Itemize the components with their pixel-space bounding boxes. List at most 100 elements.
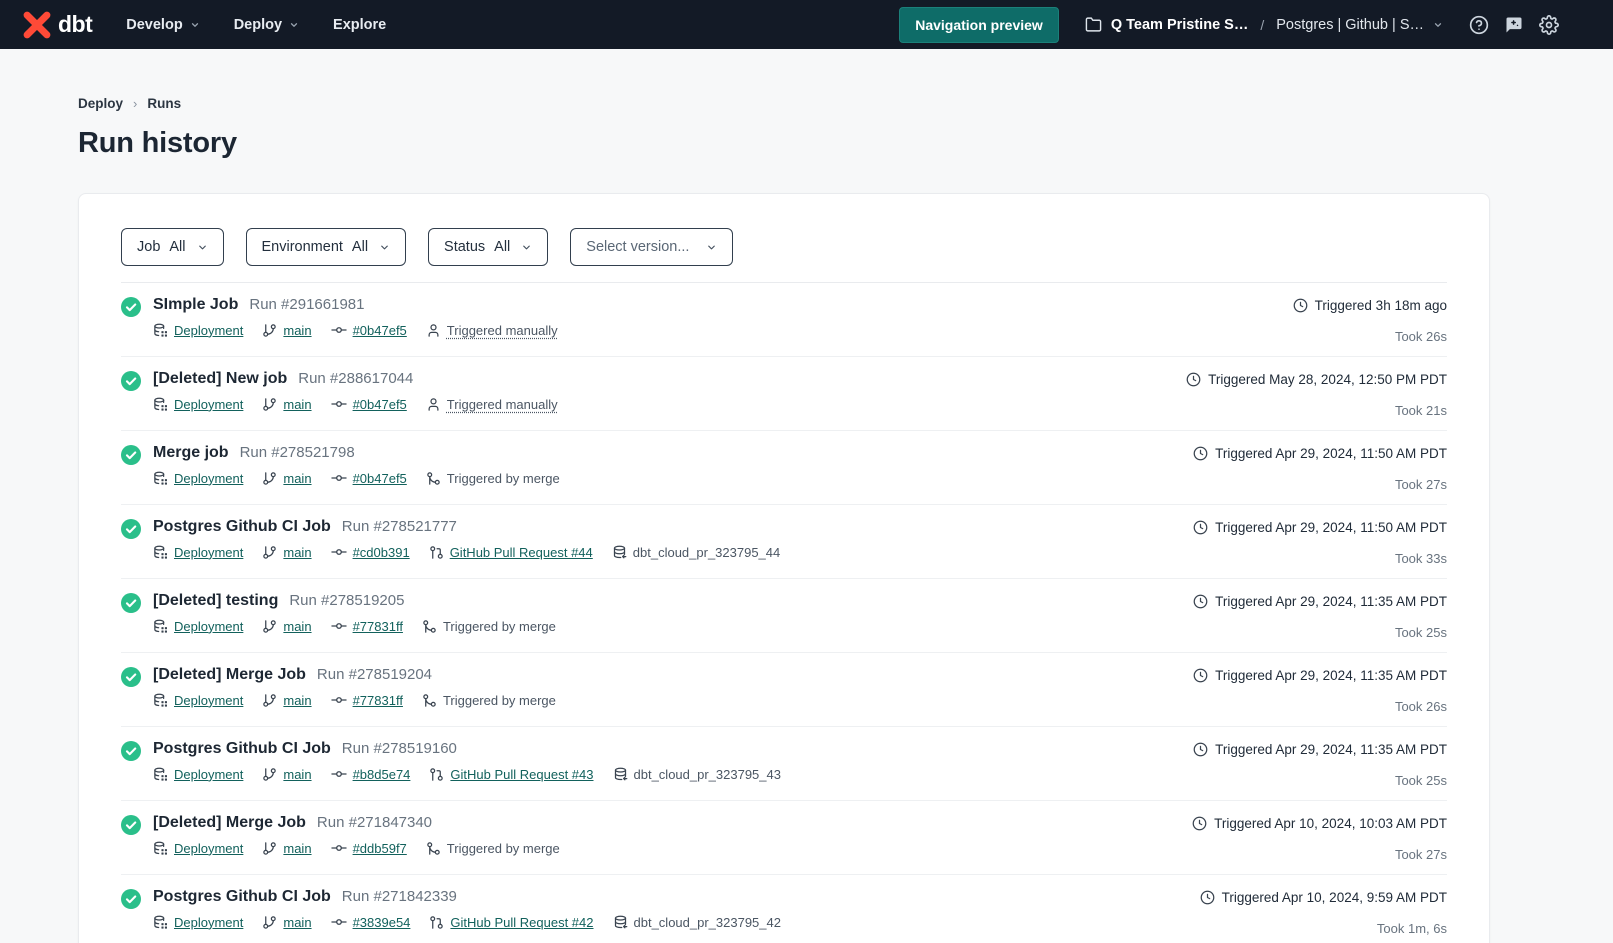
environment-link[interactable]: Deployment <box>174 915 243 930</box>
run-job-title[interactable]: [Deleted] Merge Job <box>153 666 306 684</box>
commit-link-item[interactable]: #0b47ef5 <box>331 322 407 338</box>
nav-menu-explore[interactable]: Explore <box>333 17 386 33</box>
branch-link-item[interactable]: main <box>262 619 311 634</box>
environment-link[interactable]: Deployment <box>174 545 243 560</box>
commit-link-item[interactable]: #ddb59f7 <box>331 840 407 856</box>
pr-link-item[interactable]: GitHub Pull Request #43 <box>429 767 593 782</box>
database-icon <box>153 693 168 708</box>
run-job-title[interactable]: [Deleted] New job <box>153 370 287 388</box>
environment-link-item[interactable]: Deployment <box>153 693 243 708</box>
branch-link[interactable]: main <box>283 471 311 486</box>
environment-link[interactable]: Deployment <box>174 619 243 634</box>
environment-link-item[interactable]: Deployment <box>153 397 243 412</box>
environment-link-item[interactable]: Deployment <box>153 619 243 634</box>
branch-link-item[interactable]: main <box>262 323 311 338</box>
environment-link[interactable]: Deployment <box>174 841 243 856</box>
environment-link-item[interactable]: Deployment <box>153 545 243 560</box>
commit-link-item[interactable]: #b8d5e74 <box>331 766 411 782</box>
branch-link[interactable]: main <box>283 841 311 856</box>
environment-link[interactable]: Deployment <box>174 693 243 708</box>
run-job-title[interactable]: Merge job <box>153 444 229 462</box>
pr-link-item[interactable]: GitHub Pull Request #42 <box>429 915 593 930</box>
commit-link[interactable]: #77831ff <box>353 693 403 708</box>
pr-link[interactable]: GitHub Pull Request #42 <box>450 915 593 930</box>
branch-link[interactable]: main <box>283 767 311 782</box>
commit-link[interactable]: #0b47ef5 <box>353 397 407 412</box>
job-filter[interactable]: Job All <box>121 228 224 266</box>
run-row-left: [Deleted] Merge Job Run #278519204 Deplo… <box>121 666 556 714</box>
branch-link-item[interactable]: main <box>262 767 311 782</box>
nav-menu-deploy[interactable]: Deploy <box>234 17 299 33</box>
pr-link[interactable]: GitHub Pull Request #44 <box>450 545 593 560</box>
environment-link[interactable]: Deployment <box>174 471 243 486</box>
chevron-down-icon[interactable] <box>1433 20 1443 30</box>
run-job-title[interactable]: Postgres Github CI Job <box>153 518 331 536</box>
commit-link-item[interactable]: #77831ff <box>331 618 403 634</box>
database-icon <box>153 767 168 782</box>
version-filter[interactable]: Select version... <box>570 228 733 266</box>
trigger-manual[interactable]: Triggered manually <box>426 323 558 338</box>
commit-link[interactable]: #cd0b391 <box>353 545 410 560</box>
run-job-title[interactable]: [Deleted] testing <box>153 592 278 610</box>
branch-link[interactable]: main <box>283 323 311 338</box>
trigger-manual-label[interactable]: Triggered manually <box>447 397 558 412</box>
run-job-title[interactable]: SImple Job <box>153 296 238 314</box>
environment-link-item[interactable]: Deployment <box>153 323 243 338</box>
branch-link-item[interactable]: main <box>262 397 311 412</box>
breadcrumb-runs[interactable]: Runs <box>147 96 181 111</box>
commit-link[interactable]: #b8d5e74 <box>353 767 411 782</box>
project-name[interactable]: Postgres | Github | S… <box>1276 17 1424 33</box>
account-breadcrumb[interactable]: Q Team Pristine S… / Postgres | Github |… <box>1085 16 1443 33</box>
commit-link[interactable]: #0b47ef5 <box>353 323 407 338</box>
commit-link-item[interactable]: #0b47ef5 <box>331 396 407 412</box>
commit-link-item[interactable]: #3839e54 <box>331 914 411 930</box>
run-job-title[interactable]: Postgres Github CI Job <box>153 740 331 758</box>
trigger-manual[interactable]: Triggered manually <box>426 397 558 412</box>
branch-link-item[interactable]: main <box>262 841 311 856</box>
branch-link[interactable]: main <box>283 619 311 634</box>
feedback-icon[interactable] <box>1504 15 1524 35</box>
dbt-logo[interactable]: dbt <box>22 10 92 40</box>
commit-link[interactable]: #3839e54 <box>353 915 411 930</box>
commit-link-item[interactable]: #77831ff <box>331 692 403 708</box>
environment-link[interactable]: Deployment <box>174 767 243 782</box>
help-icon[interactable] <box>1469 15 1489 35</box>
pr-link[interactable]: GitHub Pull Request #43 <box>450 767 593 782</box>
commit-link-item[interactable]: #0b47ef5 <box>331 470 407 486</box>
environment-link-item[interactable]: Deployment <box>153 915 243 930</box>
branch-link-item[interactable]: main <box>262 471 311 486</box>
environment-link-item[interactable]: Deployment <box>153 841 243 856</box>
environment-link[interactable]: Deployment <box>174 323 243 338</box>
environment-link-item[interactable]: Deployment <box>153 767 243 782</box>
environment-link-item[interactable]: Deployment <box>153 471 243 486</box>
branch-link[interactable]: main <box>283 915 311 930</box>
triggered-time-label: Triggered Apr 29, 2024, 11:35 AM PDT <box>1215 668 1447 683</box>
environment-link[interactable]: Deployment <box>174 397 243 412</box>
navigation-preview-button[interactable]: Navigation preview <box>899 7 1059 43</box>
commit-link[interactable]: #77831ff <box>353 619 403 634</box>
commit-link[interactable]: #0b47ef5 <box>353 471 407 486</box>
branch-link[interactable]: main <box>283 397 311 412</box>
run-job-title[interactable]: [Deleted] Merge Job <box>153 814 306 832</box>
commit-link-item[interactable]: #cd0b391 <box>331 544 410 560</box>
branch-link-item[interactable]: main <box>262 915 311 930</box>
commit-link[interactable]: #ddb59f7 <box>353 841 407 856</box>
triggered-time-label: Triggered Apr 10, 2024, 9:59 AM PDT <box>1222 890 1447 905</box>
trigger-manual-label[interactable]: Triggered manually <box>447 323 558 338</box>
run-row-right: Triggered Apr 29, 2024, 11:50 AM PDT Too… <box>1177 444 1447 492</box>
run-job-title[interactable]: Postgres Github CI Job <box>153 888 331 906</box>
breadcrumb-deploy[interactable]: Deploy <box>78 96 123 111</box>
account-name[interactable]: Q Team Pristine S… <box>1111 17 1249 33</box>
branch-link[interactable]: main <box>283 693 311 708</box>
status-filter[interactable]: Status All <box>428 228 548 266</box>
branch-link-item[interactable]: main <box>262 693 311 708</box>
filters-row: Job All Environment All Status All Selec… <box>121 194 1447 283</box>
branch-link-item[interactable]: main <box>262 545 311 560</box>
branch-link[interactable]: main <box>283 545 311 560</box>
pr-link-item[interactable]: GitHub Pull Request #44 <box>429 545 593 560</box>
branch-icon <box>262 693 277 708</box>
run-number: Run #278519205 <box>289 592 404 609</box>
environment-filter[interactable]: Environment All <box>246 228 407 266</box>
nav-menu-develop[interactable]: Develop <box>126 17 199 33</box>
gear-icon[interactable] <box>1539 15 1559 35</box>
